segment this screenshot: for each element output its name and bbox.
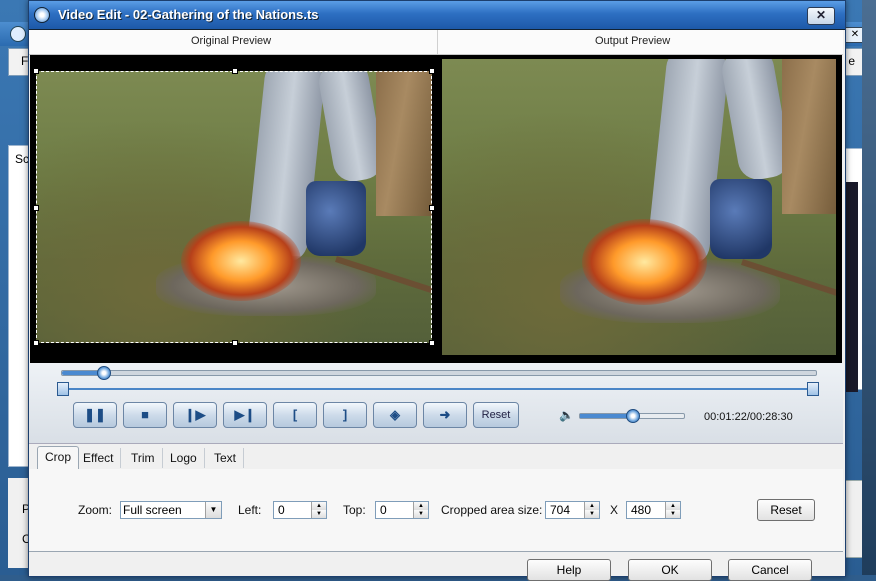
spin-down-icon[interactable]: ▼ xyxy=(666,510,680,518)
pause-icon: ❚❚ xyxy=(84,407,106,422)
scene-kettle xyxy=(710,179,772,259)
scene-fire xyxy=(582,219,707,305)
background-panel-text: Sc xyxy=(15,152,30,166)
chevron-down-icon[interactable]: ▼ xyxy=(205,502,221,518)
tab-text[interactable]: Text xyxy=(207,448,245,468)
tab-crop[interactable]: Crop xyxy=(37,446,80,471)
crop-handle-right[interactable] xyxy=(429,205,435,211)
crop-reset-button[interactable]: Reset xyxy=(757,499,815,521)
crop-width-spinner[interactable]: ▲ ▼ xyxy=(584,502,599,518)
crop-handle-bottom-left[interactable] xyxy=(33,340,39,346)
left-spinner[interactable]: ▲ ▼ xyxy=(311,502,326,518)
close-icon: ✕ xyxy=(815,8,827,22)
volume-slider[interactable] xyxy=(579,409,685,423)
background-app-icon xyxy=(10,26,26,42)
scene-fringe xyxy=(782,59,836,214)
help-button[interactable]: Help xyxy=(527,559,611,581)
volume-level xyxy=(580,414,632,418)
stop-button[interactable]: ■ xyxy=(123,402,167,428)
title-bar[interactable]: Video Edit - 02-Gathering of the Nations… xyxy=(29,1,845,30)
crop-handle-bottom[interactable] xyxy=(232,340,238,346)
left-input[interactable]: 0 ▲ ▼ xyxy=(273,501,327,519)
preview-area xyxy=(30,55,842,363)
mark-in-icon: [ xyxy=(292,407,298,422)
preview-label-divider xyxy=(437,30,438,54)
video-edit-dialog: Video Edit - 02-Gathering of the Nations… xyxy=(28,0,846,581)
stop-icon: ■ xyxy=(141,407,149,422)
crop-width-input[interactable]: 704 ▲ ▼ xyxy=(545,501,600,519)
top-input[interactable]: 0 ▲ ▼ xyxy=(375,501,429,519)
next-frame-icon: ▶❙ xyxy=(234,407,256,422)
pause-button[interactable]: ❚❚ xyxy=(73,402,117,428)
trim-range[interactable] xyxy=(57,382,819,396)
background-window-edge xyxy=(862,0,876,575)
tab-logo[interactable]: Logo xyxy=(163,448,205,468)
spin-up-icon[interactable]: ▲ xyxy=(312,502,326,510)
volume-thumb[interactable] xyxy=(626,409,640,423)
crop-height-spinner[interactable]: ▲ ▼ xyxy=(665,502,680,518)
mark-out-icon: ] xyxy=(342,407,348,422)
crop-handle-left[interactable] xyxy=(33,205,39,211)
window-title: Video Edit - 02-Gathering of the Nations… xyxy=(58,7,319,22)
left-value: 0 xyxy=(278,503,285,517)
time-display: 00:01:22/00:28:30 xyxy=(704,411,793,423)
play-frame-button[interactable]: ❙▶ xyxy=(173,402,217,428)
dimension-separator: X xyxy=(610,503,619,517)
close-button[interactable]: ✕ xyxy=(807,7,835,25)
crop-height-value: 480 xyxy=(631,503,652,517)
spin-up-icon[interactable]: ▲ xyxy=(414,502,428,510)
snapshot-icon: ◈ xyxy=(390,407,400,422)
preview-header: Original Preview Output Preview xyxy=(29,30,843,55)
crop-handle-top[interactable] xyxy=(232,68,238,74)
crop-handle-top-right[interactable] xyxy=(429,68,435,74)
cancel-button[interactable]: Cancel xyxy=(728,559,812,581)
return-icon: ➜ xyxy=(439,407,451,422)
top-spinner[interactable]: ▲ ▼ xyxy=(413,502,428,518)
crop-handle-top-left[interactable] xyxy=(33,68,39,74)
spin-down-icon[interactable]: ▼ xyxy=(414,510,428,518)
zoom-label: Zoom: xyxy=(78,503,113,517)
tab-effect[interactable]: Effect xyxy=(76,448,122,468)
crop-handle-bottom-right[interactable] xyxy=(429,340,435,346)
snapshot-button[interactable]: ◈ xyxy=(373,402,417,428)
crop-height-input[interactable]: 480 ▲ ▼ xyxy=(626,501,681,519)
left-label: Left: xyxy=(238,503,262,517)
zoom-value: Full screen xyxy=(123,503,182,517)
app-icon xyxy=(34,7,50,23)
background-right-preview xyxy=(846,182,858,392)
seek-slider[interactable] xyxy=(61,366,817,380)
output-preview-label: Output Preview xyxy=(595,35,671,47)
reset-playback-button[interactable]: Reset xyxy=(473,402,519,428)
return-button[interactable]: ➜ xyxy=(423,402,467,428)
playback-controls: ❚❚ ■ ❙▶ ▶❙ [ ] ◈ ➜ Reset 🔈 00:01:22/00:2… xyxy=(29,363,843,444)
next-frame-button[interactable]: ▶❙ xyxy=(223,402,267,428)
crop-rectangle[interactable] xyxy=(33,68,435,346)
mark-in-button[interactable]: [ xyxy=(273,402,317,428)
play-frame-icon: ❙▶ xyxy=(184,407,206,422)
mark-out-button[interactable]: ] xyxy=(323,402,367,428)
original-preview-label: Original Preview xyxy=(191,35,272,47)
spin-up-icon[interactable]: ▲ xyxy=(585,502,599,510)
volume-icon[interactable]: 🔈 xyxy=(559,408,574,422)
dialog-footer: Help OK Cancel xyxy=(29,553,843,581)
cropped-area-size-label: Cropped area size: xyxy=(441,503,543,517)
output-preview-video xyxy=(442,59,836,355)
zoom-select[interactable]: Full screen ▼ xyxy=(120,501,222,519)
ok-button[interactable]: OK xyxy=(628,559,712,581)
spin-down-icon[interactable]: ▼ xyxy=(585,510,599,518)
edit-tabs: Crop Effect Trim Logo Text xyxy=(29,445,843,471)
video-scene xyxy=(442,59,836,355)
top-label: Top: xyxy=(343,503,366,517)
crop-width-value: 704 xyxy=(550,503,571,517)
crop-panel: Zoom: Full screen ▼ Left: 0 ▲ ▼ Top: 0 ▲… xyxy=(29,469,843,552)
trim-start-marker[interactable] xyxy=(57,382,69,396)
spin-up-icon[interactable]: ▲ xyxy=(666,502,680,510)
seek-thumb[interactable] xyxy=(97,366,112,380)
spin-down-icon[interactable]: ▼ xyxy=(312,510,326,518)
top-value: 0 xyxy=(380,503,387,517)
trim-end-marker[interactable] xyxy=(807,382,819,396)
background-menu-right[interactable]: e xyxy=(848,54,855,68)
tab-trim[interactable]: Trim xyxy=(124,448,163,468)
